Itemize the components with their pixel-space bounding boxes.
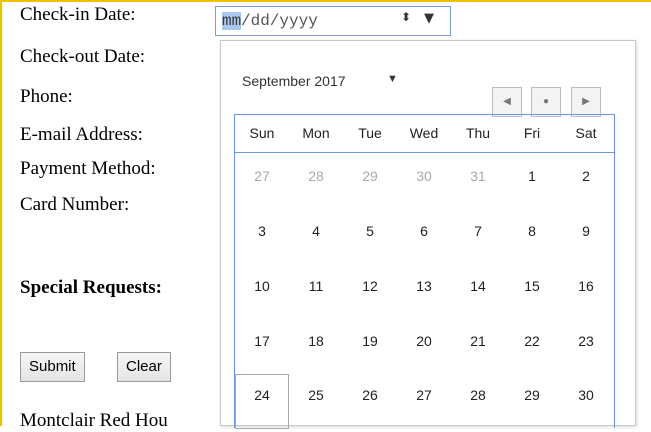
calendar-day[interactable]: 21: [451, 333, 505, 349]
calendar-day[interactable]: 3: [235, 223, 289, 239]
phone-label: Phone:: [20, 86, 73, 107]
frame-border-top: [0, 0, 651, 2]
calendar-day[interactable]: 19: [343, 333, 397, 349]
calendar-day[interactable]: 2: [559, 168, 613, 184]
calendar-day[interactable]: 8: [505, 223, 559, 239]
calendar-day[interactable]: 4: [289, 223, 343, 239]
checkin-label: Check-in Date:: [20, 4, 136, 25]
calendar-day[interactable]: 30: [559, 387, 613, 403]
weekday-label: Sun: [249, 125, 275, 141]
clear-button[interactable]: Clear: [117, 352, 171, 382]
date-format-placeholder[interactable]: /dd/yyyy: [241, 12, 318, 30]
calendar-day[interactable]: 15: [505, 278, 559, 294]
calendar-day[interactable]: 20: [397, 333, 451, 349]
calendar-day[interactable]: 28: [451, 387, 505, 403]
checkin-date-input[interactable]: mm /dd/yyyy ⬍ ▼: [215, 6, 451, 36]
calendar-day[interactable]: 25: [289, 387, 343, 403]
email-label: E-mail Address:: [20, 124, 143, 145]
weekday-label: Thu: [465, 125, 491, 141]
calendar-day[interactable]: 30: [397, 168, 451, 184]
spin-updown-icon[interactable]: ⬍: [401, 10, 411, 24]
calendar-day[interactable]: 22: [505, 333, 559, 349]
calendar-day[interactable]: 9: [559, 223, 613, 239]
calendar-day[interactable]: 13: [397, 278, 451, 294]
calendar-day[interactable]: 17: [235, 333, 289, 349]
weekday-label: Mon: [302, 125, 330, 141]
calendar-day[interactable]: 7: [451, 223, 505, 239]
weekday-label: Sat: [575, 125, 597, 141]
weekday-label: Tue: [358, 125, 382, 141]
weekday-label: Fri: [523, 125, 541, 141]
calendar-day[interactable]: 10: [235, 278, 289, 294]
date-picker-popup: September 2017 ▼ ◀ ● ▶ Sun Mon Tue Wed Thu Fr…: [220, 40, 636, 429]
frame-border-left: [0, 0, 2, 426]
payment-label: Payment Method:: [20, 158, 156, 179]
dropdown-arrow-icon[interactable]: ▼: [424, 11, 434, 26]
calendar-day[interactable]: 1: [505, 168, 559, 184]
weekday-header-row: Sun Mon Tue Wed Thu Fri Sat: [235, 115, 614, 153]
calendar-day[interactable]: 29: [505, 387, 559, 403]
submit-button[interactable]: Submit: [20, 352, 85, 382]
calendar-day[interactable]: 24: [235, 387, 289, 403]
calendar-grid: Sun Mon Tue Wed Thu Fri Sat 27 28 29 30 31 1 2 3 4 5 6 7 8…: [234, 114, 615, 429]
checkout-label: Check-out Date:: [20, 46, 146, 67]
calendar-day[interactable]: 31: [451, 168, 505, 184]
special-requests-label: Special Requests:: [20, 277, 162, 298]
card-number-label: Card Number:: [20, 194, 130, 215]
calendar-day[interactable]: 12: [343, 278, 397, 294]
calendar-day[interactable]: 11: [289, 278, 343, 294]
prev-month-icon[interactable]: ◀: [492, 87, 522, 117]
month-caret-icon[interactable]: ▼: [387, 73, 398, 85]
today-button-icon[interactable]: ●: [531, 87, 561, 117]
calendar-day[interactable]: 26: [343, 387, 397, 403]
month-segment[interactable]: mm: [222, 12, 242, 30]
calendar-day[interactable]: 6: [397, 223, 451, 239]
calendar-day[interactable]: 27: [397, 387, 451, 403]
calendar-day[interactable]: 16: [559, 278, 613, 294]
calendar-day[interactable]: 23: [559, 333, 613, 349]
calendar-day[interactable]: 27: [235, 168, 289, 184]
calendar-day[interactable]: 14: [451, 278, 505, 294]
month-year-title[interactable]: September 2017: [242, 73, 346, 89]
next-month-icon[interactable]: ▶: [571, 87, 601, 117]
calendar-day[interactable]: 18: [289, 333, 343, 349]
calendar-day[interactable]: 28: [289, 168, 343, 184]
weekday-label: Wed: [409, 125, 439, 141]
calendar-day[interactable]: 5: [343, 223, 397, 239]
footer-text: Montclair Red Hou: [20, 410, 168, 431]
calendar-day[interactable]: 29: [343, 168, 397, 184]
